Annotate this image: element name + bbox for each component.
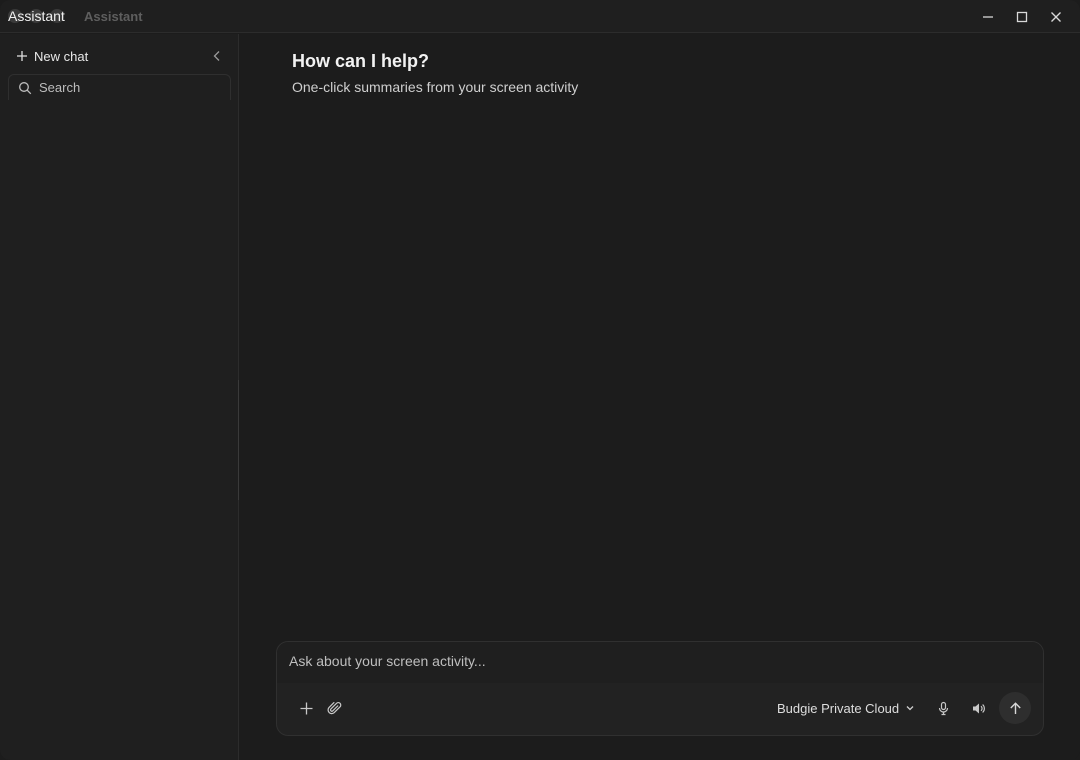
close-button[interactable]	[1039, 0, 1073, 33]
microphone-icon	[938, 701, 948, 715]
sidebar: New chat	[0, 34, 239, 760]
new-chat-label: New chat	[34, 48, 89, 64]
new-chat-button[interactable]: New chat	[10, 44, 94, 68]
minimize-button[interactable]	[971, 0, 1005, 33]
search-input[interactable]	[39, 80, 219, 95]
model-select[interactable]: Budgie Private Cloud	[777, 695, 915, 721]
search-icon	[19, 81, 32, 94]
paperclip-icon	[327, 701, 341, 714]
main-panel: How can I help? One-click summaries from…	[240, 34, 1080, 760]
composer-input-area[interactable]	[277, 642, 1043, 683]
close-icon	[1051, 11, 1061, 22]
window-title: Assistant	[8, 8, 65, 24]
window-title-secondary: Assistant	[84, 9, 143, 24]
model-select-label: Budgie Private Cloud	[777, 700, 900, 716]
chevron-down-icon	[906, 706, 914, 711]
page-subtitle: One-click summaries from your screen act…	[292, 79, 579, 95]
sidebar-resize-handle[interactable]	[238, 380, 239, 500]
minimize-icon	[983, 15, 993, 18]
add-button[interactable]	[291, 695, 321, 721]
chevron-left-icon	[213, 51, 220, 61]
maximize-button[interactable]	[1005, 0, 1039, 33]
plus-icon	[17, 51, 27, 61]
plus-icon	[300, 702, 312, 714]
speaker-button[interactable]	[963, 695, 993, 721]
sidebar-search[interactable]	[8, 74, 231, 100]
maximize-icon	[1016, 11, 1028, 22]
collapse-sidebar-button[interactable]	[207, 46, 227, 66]
send-button[interactable]	[999, 692, 1031, 724]
title-bar[interactable]: Assistant Assistant	[0, 0, 1080, 33]
message-input[interactable]	[289, 653, 1029, 669]
page-title: How can I help?	[292, 51, 430, 71]
attach-button[interactable]	[319, 695, 349, 721]
app-window: Assistant Assistant New chat Search How …	[0, 0, 1080, 760]
message-composer: Budgie Private Cloud	[276, 641, 1044, 736]
speaker-icon	[972, 703, 985, 713]
arrow-up-icon	[1009, 701, 1021, 714]
microphone-button[interactable]	[928, 695, 958, 721]
